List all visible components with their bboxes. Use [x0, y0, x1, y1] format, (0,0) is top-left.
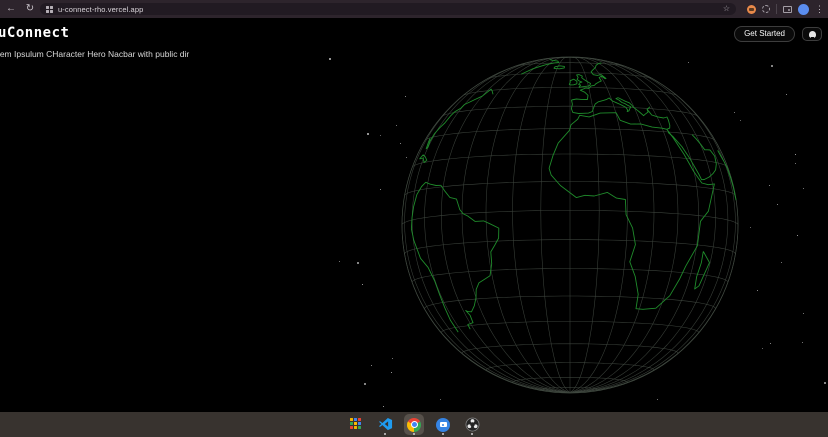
dock-item-obs[interactable] [462, 414, 482, 435]
globe[interactable] [400, 55, 740, 395]
star [786, 94, 787, 95]
star [364, 383, 366, 385]
address-bar[interactable]: u-connect-rho.vercel.app ☆ [40, 3, 736, 15]
hero-subtitle: rem Ipsulum CHaracter Hero Nacbar with p… [0, 49, 189, 59]
bookmark-star-icon[interactable]: ☆ [723, 5, 730, 13]
star [357, 262, 359, 264]
star [781, 262, 782, 263]
star [771, 65, 773, 67]
obs-icon [465, 417, 480, 432]
reload-icon[interactable]: ↻ [22, 1, 38, 17]
star [371, 365, 372, 366]
star [777, 204, 778, 205]
star [657, 399, 658, 400]
running-indicator [471, 433, 473, 435]
running-indicator [384, 433, 386, 435]
github-icon [809, 31, 816, 38]
star [440, 399, 441, 400]
browser-menu-icon[interactable]: ⋮ [815, 5, 824, 14]
star [770, 343, 771, 344]
cast-icon[interactable] [783, 6, 792, 13]
site-info-icon[interactable] [46, 6, 53, 13]
screen: { "browser": { "url": "u-connect-rho.ver… [0, 0, 828, 437]
star [740, 120, 741, 121]
app-grid-icon [350, 418, 363, 431]
star [380, 189, 381, 190]
dock [0, 412, 828, 437]
star [757, 290, 758, 291]
webpage: uConnect Get Started rem Ipsulum CHaract… [0, 18, 828, 412]
brand-logo[interactable]: uConnect [0, 25, 69, 41]
star [795, 163, 796, 164]
profile-avatar[interactable] [798, 4, 809, 15]
header-actions: Get Started [734, 26, 822, 42]
camera-app-icon [436, 418, 450, 432]
star [362, 284, 363, 285]
dock-item-camera-app[interactable] [433, 414, 453, 435]
star [802, 342, 803, 343]
url-text[interactable]: u-connect-rho.vercel.app [58, 5, 143, 14]
dock-item-vscode[interactable] [375, 414, 395, 435]
running-indicator [442, 433, 444, 435]
star [750, 227, 751, 228]
star [795, 154, 796, 155]
chrome-icon [407, 418, 421, 432]
github-button[interactable] [802, 27, 822, 41]
back-icon[interactable]: ← [3, 1, 19, 17]
browser-toolbar: ← ↻ u-connect-rho.vercel.app ☆ ⋮ [0, 0, 828, 18]
star [367, 133, 369, 135]
get-started-button[interactable]: Get Started [734, 26, 795, 42]
running-indicator [413, 433, 415, 435]
star [762, 348, 763, 349]
star [380, 135, 381, 136]
star [797, 235, 798, 236]
toolbar-divider [776, 4, 777, 14]
dock-item-chrome[interactable] [404, 414, 424, 435]
wireframe-earth[interactable] [400, 55, 740, 395]
star [329, 58, 331, 60]
star [803, 313, 804, 314]
star [391, 372, 392, 373]
star [383, 406, 384, 407]
star [803, 188, 804, 189]
star [339, 261, 340, 262]
star [392, 358, 393, 359]
extensions-circle-icon[interactable] [762, 5, 770, 13]
vscode-icon [378, 417, 393, 432]
app-grid-launcher[interactable] [346, 414, 366, 435]
star [396, 125, 397, 126]
extension-icon[interactable] [747, 5, 756, 14]
star [769, 185, 770, 186]
star [824, 382, 826, 384]
